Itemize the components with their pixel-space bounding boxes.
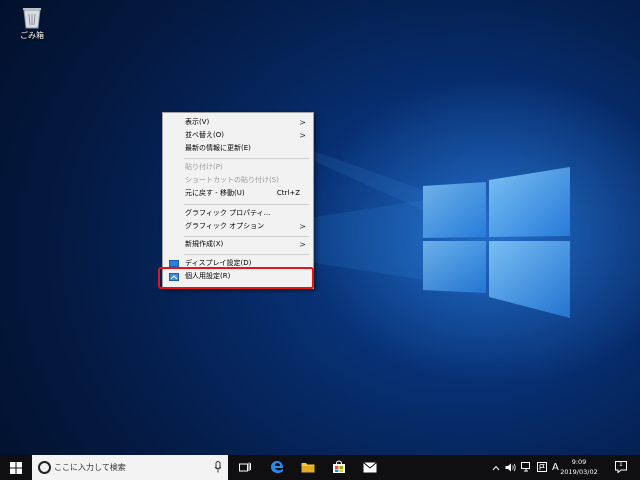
recycle-bin-icon	[23, 8, 41, 29]
menu-item-refresh[interactable]: 最新の情報に更新(E)	[164, 142, 312, 155]
action-flag-button[interactable]	[537, 455, 549, 480]
taskbar: ここに入力して検索 A 9:09 2019/03/02 1	[0, 455, 640, 480]
chevron-up-icon	[492, 465, 500, 471]
menu-item-label: 貼り付け(P)	[185, 163, 223, 171]
menu-item-label: 元に戻す - 移動(U)	[185, 189, 245, 197]
file-explorer-button[interactable]	[297, 455, 319, 480]
menu-item-undo-move[interactable]: 元に戻す - 移動(U) Ctrl+Z	[164, 187, 312, 200]
clock-date: 2019/03/02	[560, 468, 598, 476]
menu-separator	[184, 158, 309, 159]
start-button[interactable]	[0, 455, 32, 480]
chevron-right-icon: >	[299, 222, 306, 231]
task-view-icon	[239, 462, 251, 472]
menu-item-label: 最新の情報に更新(E)	[185, 144, 251, 152]
menu-separator	[184, 254, 309, 255]
menu-item-shortcut: Ctrl+Z	[276, 189, 300, 197]
clock[interactable]: 9:09 2019/03/02	[557, 457, 601, 477]
menu-item-graphics-properties[interactable]: グラフィック プロパティ...	[164, 207, 312, 220]
edge-icon	[271, 461, 283, 473]
windows-start-icon	[10, 462, 22, 474]
menu-item-label: 並べ替え(O)	[185, 131, 224, 139]
menu-item-paste: 貼り付け(P)	[164, 161, 312, 174]
volume-button[interactable]	[505, 455, 517, 480]
menu-item-label: グラフィック オプション	[185, 222, 265, 230]
flag-icon	[537, 462, 547, 472]
clock-time: 9:09	[571, 458, 587, 466]
chevron-right-icon: >	[299, 131, 306, 140]
notification-center-button[interactable]: 1	[612, 455, 632, 480]
menu-item-view[interactable]: 表示(V) >	[164, 116, 312, 129]
desktop-context-menu: 表示(V) > 並べ替え(O) > 最新の情報に更新(E) 貼り付け(P) ショ…	[162, 112, 314, 289]
mail-icon	[363, 462, 377, 473]
network-button[interactable]	[521, 455, 533, 480]
recycle-bin-label: ごみ箱	[20, 31, 44, 40]
speaker-icon	[505, 463, 516, 472]
menu-item-label: 新規作成(X)	[185, 240, 224, 248]
menu-item-new[interactable]: 新規作成(X) >	[164, 238, 312, 251]
menu-item-label: ショートカットの貼り付け(S)	[185, 176, 279, 184]
menu-item-graphics-options[interactable]: グラフィック オプション >	[164, 220, 312, 233]
menu-item-label: 表示(V)	[185, 118, 210, 126]
highlight-annotation	[158, 267, 314, 289]
menu-item-paste-shortcut: ショートカットの貼り付け(S)	[164, 174, 312, 187]
recycle-bin[interactable]: ごみ箱	[12, 3, 52, 45]
menu-separator	[184, 236, 309, 237]
menu-separator	[184, 204, 309, 205]
menu-item-label: グラフィック プロパティ...	[185, 209, 271, 217]
task-view-button[interactable]	[234, 455, 256, 480]
windows-logo-wallpaper	[170, 110, 570, 318]
store-bag-icon	[333, 460, 345, 473]
notification-count: 1	[619, 461, 623, 468]
network-icon	[521, 462, 530, 472]
desktop[interactable]: ごみ箱 表示(V) > 並べ替え(O) > 最新の情報に更新(E) 貼り付け(P…	[0, 0, 640, 455]
taskbar-search-box[interactable]: ここに入力して検索	[32, 455, 228, 480]
edge-button[interactable]	[266, 455, 288, 480]
chevron-right-icon: >	[299, 240, 306, 249]
folder-icon	[301, 463, 315, 473]
search-placeholder: ここに入力して検索	[54, 463, 126, 472]
microphone-icon[interactable]	[214, 461, 222, 473]
menu-item-sort[interactable]: 並べ替え(O) >	[164, 129, 312, 142]
chevron-right-icon: >	[299, 118, 306, 127]
cortana-icon	[38, 461, 51, 474]
mail-button[interactable]	[359, 455, 381, 480]
show-hidden-icons-button[interactable]	[491, 455, 501, 480]
store-button[interactable]	[328, 455, 350, 480]
